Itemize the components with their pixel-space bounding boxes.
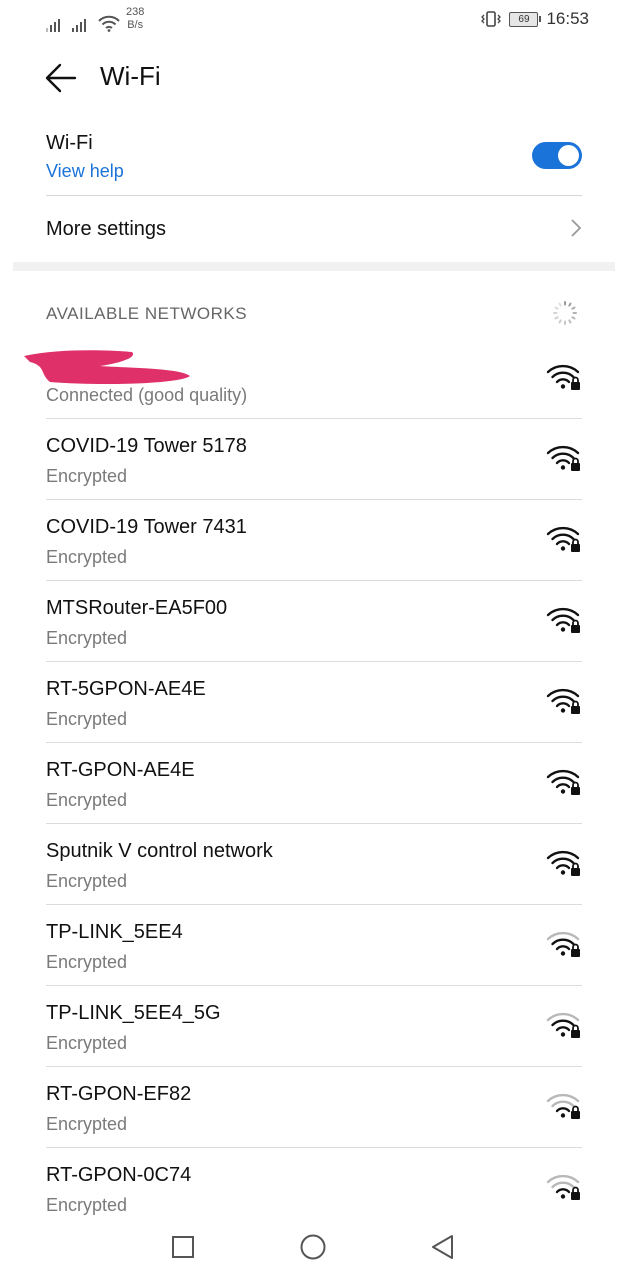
wifi-status-icon <box>98 15 120 32</box>
network-item[interactable]: COVID-19 Tower 5178 Encrypted <box>46 419 582 500</box>
nav-back-button[interactable] <box>428 1232 458 1262</box>
network-item[interactable]: RT-GPON-0C74 Encrypted <box>46 1148 582 1228</box>
network-item[interactable]: Sputnik V control network Encrypted <box>46 824 582 905</box>
network-name: RT-GPON-AE4E <box>46 759 195 781</box>
chevron-right-icon <box>571 219 582 237</box>
wifi-lock-icon <box>546 931 580 957</box>
app-bar: Wi-Fi <box>0 50 627 106</box>
wifi-switch[interactable] <box>532 142 582 169</box>
wifi-lock-icon <box>546 526 580 552</box>
navigation-bar <box>0 1222 627 1272</box>
network-name: Sputnik V control network <box>46 840 273 862</box>
network-status: Encrypted <box>46 709 128 729</box>
network-status: Encrypted <box>46 628 128 648</box>
network-item[interactable]: RT-GPON-EF82 Encrypted <box>46 1067 582 1148</box>
wifi-lock-icon <box>546 850 580 876</box>
page-title: Wi-Fi <box>100 61 161 91</box>
network-name: COVID-19 Tower 7431 <box>46 516 247 538</box>
network-status: Encrypted <box>46 952 128 972</box>
network-status: Encrypted <box>46 1033 128 1053</box>
network-name: TP-LINK_5EE4_5G <box>46 1002 221 1024</box>
network-speed-unit: B/s <box>127 19 144 31</box>
vibrate-icon <box>481 11 502 27</box>
network-item[interactable]: COVID-19 Tower 7431 Encrypted <box>46 500 582 581</box>
network-status: Encrypted <box>46 1195 128 1215</box>
section-separator <box>13 262 615 271</box>
cell-signal-2-icon <box>72 16 86 32</box>
network-name: MTSRouter-EA5F00 <box>46 597 228 619</box>
scanning-spinner-icon <box>553 301 577 325</box>
wifi-lock-icon <box>546 364 580 390</box>
clock: 16:53 <box>546 9 589 28</box>
wifi-label: Wi-Fi <box>46 132 93 154</box>
circle-icon <box>300 1234 326 1260</box>
back-button[interactable] <box>40 58 84 98</box>
network-item[interactable]: RT-5GPON-AE4E Encrypted <box>46 662 582 743</box>
wifi-lock-icon <box>546 688 580 714</box>
network-name: COVID-19 Tower 5178 <box>46 435 247 457</box>
network-item[interactable]: RT-GPON-AE4E Encrypted <box>46 743 582 824</box>
network-speed: 238 B/s <box>126 6 144 32</box>
wifi-lock-icon <box>546 1174 580 1200</box>
wifi-lock-icon <box>546 445 580 471</box>
network-status: Encrypted <box>46 871 128 891</box>
network-status: Encrypted <box>46 547 128 567</box>
network-status: Encrypted <box>46 1114 128 1134</box>
view-help-link[interactable]: View help <box>46 161 124 182</box>
wifi-lock-icon <box>546 1093 580 1119</box>
status-bar-left: 238 B/s <box>46 6 144 32</box>
wifi-toggle-row: Wi-Fi View help <box>46 128 582 194</box>
wifi-lock-icon <box>546 607 580 633</box>
status-bar: 238 B/s 69 16:53 <box>0 0 627 40</box>
network-name: RT-GPON-0C74 <box>46 1164 192 1186</box>
battery-icon: 69 <box>509 11 542 27</box>
wifi-lock-icon <box>546 769 580 795</box>
network-name: RT-5GPON-AE4E <box>46 678 206 700</box>
triangle-back-icon <box>432 1235 453 1259</box>
wifi-switch-knob <box>558 145 579 166</box>
redaction-scribble <box>24 350 190 384</box>
status-bar-right: 69 16:53 <box>481 9 589 29</box>
wifi-lock-icon <box>546 1012 580 1038</box>
cell-signal-1-icon <box>46 16 60 32</box>
more-settings-label: More settings <box>46 218 167 240</box>
network-item[interactable]: MTSRouter-EA5F00 Encrypted <box>46 581 582 662</box>
network-status: Encrypted <box>46 790 128 810</box>
recent-apps-button[interactable] <box>168 1232 198 1262</box>
more-settings-row[interactable]: More settings <box>46 196 582 260</box>
network-status: Encrypted <box>46 466 128 486</box>
home-button[interactable] <box>298 1232 328 1262</box>
network-item[interactable]: TP-LINK_5EE4 Encrypted <box>46 905 582 986</box>
arrow-back-icon <box>45 63 77 93</box>
network-item[interactable]: TP-LINK_5EE4_5G Encrypted <box>46 986 582 1067</box>
square-icon <box>172 1236 194 1258</box>
network-name: RT-GPON-EF82 <box>46 1083 192 1105</box>
network-speed-value: 238 <box>126 6 145 18</box>
network-list: Connected (good quality) COVID-19 Tower 5… <box>24 338 582 1228</box>
network-name: TP-LINK_5EE4 <box>46 921 183 943</box>
network-item[interactable]: Connected (good quality) <box>24 338 582 419</box>
available-networks-header: AVAILABLE NETWORKS <box>46 304 248 323</box>
